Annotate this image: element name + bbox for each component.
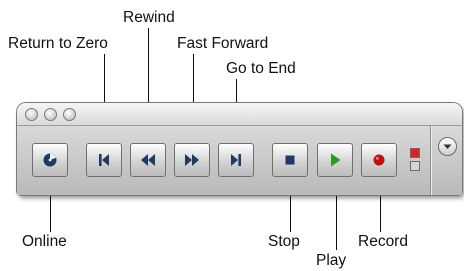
callout-online: Online <box>22 233 67 250</box>
stop-button[interactable] <box>272 143 308 177</box>
toolbar-separator <box>430 126 431 195</box>
callout-fast-forward: Fast Forward <box>177 35 269 52</box>
transport-window <box>17 103 462 195</box>
callout-stop: Stop <box>268 233 300 250</box>
record-button[interactable] <box>361 143 397 177</box>
window-zoom-button[interactable] <box>63 108 76 121</box>
callout-return-to-zero: Return to Zero <box>8 35 108 52</box>
callout-rewind: Rewind <box>123 9 175 26</box>
window-minimize-button[interactable] <box>44 108 57 121</box>
go-to-end-button[interactable] <box>218 143 254 177</box>
rewind-button[interactable] <box>130 143 166 177</box>
play-button[interactable] <box>317 143 353 177</box>
callout-record: Record <box>358 233 408 250</box>
window-close-button[interactable] <box>25 108 38 121</box>
record-mode-lamp-off[interactable] <box>410 161 420 171</box>
online-button[interactable] <box>32 143 68 177</box>
fast-forward-button[interactable] <box>174 143 210 177</box>
toolbar-options-button[interactable] <box>438 137 457 156</box>
callout-play: Play <box>316 252 347 269</box>
callout-go-to-end: Go to End <box>226 60 296 77</box>
return-to-zero-button[interactable] <box>86 143 122 177</box>
record-mode-lamp-on[interactable] <box>410 148 420 158</box>
title-bar[interactable] <box>17 103 462 126</box>
